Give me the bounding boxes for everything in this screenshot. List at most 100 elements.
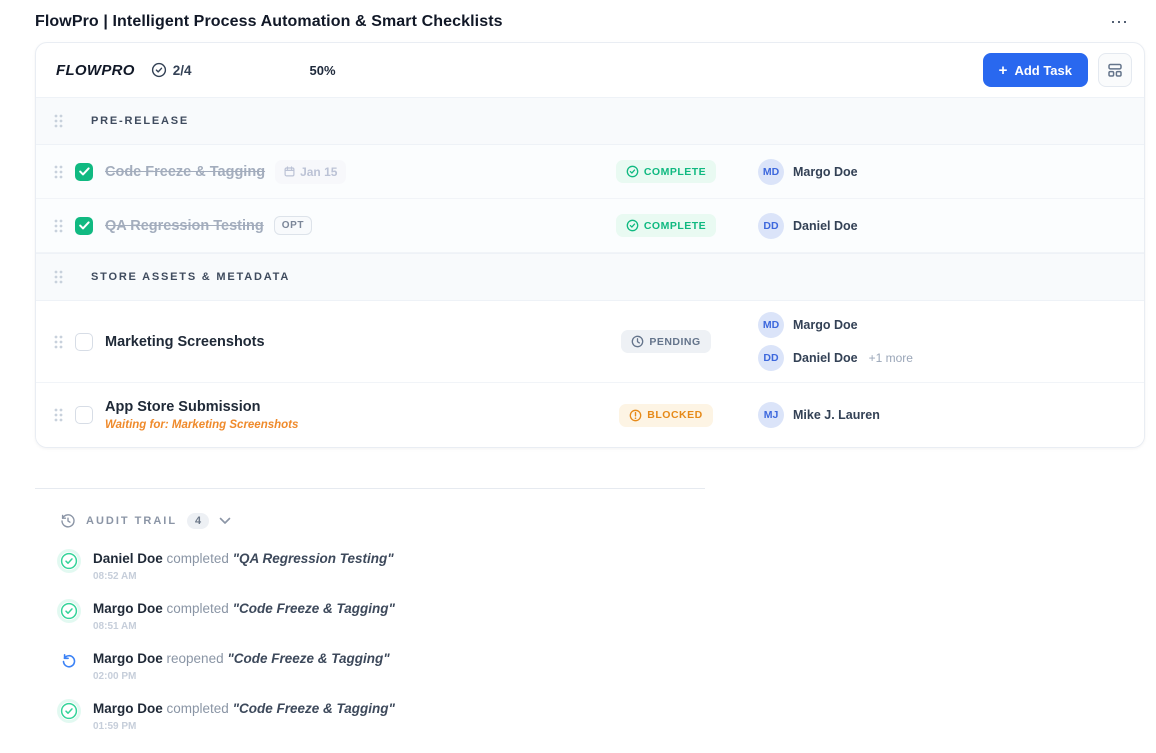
- avatar: DD: [758, 345, 784, 371]
- assignee-name: Daniel Doe: [793, 351, 858, 365]
- avatar: MD: [758, 159, 784, 185]
- audit-action: completed: [167, 701, 229, 716]
- drag-handle-icon[interactable]: [54, 219, 63, 233]
- status-column: COMPLETE: [596, 160, 736, 183]
- audit-actor: Margo Doe: [93, 651, 163, 666]
- due-date-label: Jan 15: [300, 165, 337, 179]
- history-icon: [60, 513, 76, 529]
- drag-handle-icon[interactable]: [54, 335, 63, 349]
- add-task-button[interactable]: + Add Task: [983, 53, 1088, 87]
- audit-timestamp: 02:00 PM: [93, 671, 390, 682]
- audit-entries-list: Daniel Doe completed "QA Regression Test…: [60, 551, 1156, 732]
- task-checkbox-unchecked[interactable]: [75, 406, 93, 424]
- section-divider: [35, 488, 705, 489]
- reopened-icon: [60, 652, 78, 670]
- task-checkbox-unchecked[interactable]: [75, 333, 93, 351]
- task-row: QA Regression Testing OPT COMPLETE DD Da…: [36, 199, 1144, 253]
- audit-timestamp: 08:51 AM: [93, 621, 395, 632]
- task-row: App Store Submission Waiting for: Market…: [36, 383, 1144, 447]
- status-column: PENDING: [596, 330, 736, 353]
- brand-logo: FLOWPRO: [56, 62, 135, 79]
- task-title: QA Regression Testing: [105, 218, 264, 234]
- checklist-header: FLOWPRO 2/4 50% + Add Task: [36, 43, 1144, 97]
- section-title: PRE-RELEASE: [91, 115, 189, 127]
- drag-handle-icon[interactable]: [54, 270, 63, 284]
- audit-entry-text: Margo Doe reopened "Code Freeze & Taggin…: [93, 651, 390, 666]
- audit-timestamp: 08:52 AM: [93, 571, 394, 582]
- task-title-stack: App Store Submission Waiting for: Market…: [105, 399, 298, 431]
- audit-entry-text: Margo Doe completed "Code Freeze & Taggi…: [93, 601, 395, 616]
- assignee-column: MJ Mike J. Lauren: [736, 402, 1128, 428]
- assignee-name: Daniel Doe: [793, 219, 858, 233]
- checklist-card: FLOWPRO 2/4 50% + Add Task PRE-RELEASE: [35, 42, 1145, 448]
- clock-icon: [631, 335, 644, 348]
- check-circle-icon: [151, 62, 167, 78]
- audit-trail-section: AUDIT TRAIL 4 Daniel Doe completed "QA R…: [60, 513, 1156, 732]
- assignee-column: MD Margo Doe DD Daniel Doe +1 more: [736, 312, 1128, 371]
- top-bar: FlowPro | Intelligent Process Automation…: [0, 0, 1156, 39]
- audit-entry: Margo Doe completed "Code Freeze & Taggi…: [60, 601, 1156, 632]
- drag-handle-icon[interactable]: [54, 114, 63, 128]
- status-column: BLOCKED: [596, 404, 736, 427]
- status-badge-blocked[interactable]: BLOCKED: [619, 404, 712, 427]
- audit-entry-body: Margo Doe completed "Code Freeze & Taggi…: [93, 701, 395, 732]
- audit-entry: Margo Doe completed "Code Freeze & Taggi…: [60, 701, 1156, 732]
- audit-trail-title: AUDIT TRAIL: [86, 515, 177, 527]
- task-checkbox-checked[interactable]: [75, 163, 93, 181]
- check-circle-icon: [626, 165, 639, 178]
- audit-entry-text: Margo Doe completed "Code Freeze & Taggi…: [93, 701, 395, 716]
- audit-count-badge: 4: [187, 513, 209, 529]
- avatar: MD: [758, 312, 784, 338]
- task-row: Marketing Screenshots PENDING MD Margo D…: [36, 301, 1144, 383]
- audit-entry-body: Margo Doe reopened "Code Freeze & Taggin…: [93, 651, 390, 682]
- completed-check-icon: [60, 702, 78, 720]
- status-label: COMPLETE: [644, 220, 706, 232]
- task-title-zone: Code Freeze & Tagging Jan 15: [105, 160, 596, 184]
- audit-entry-text: Daniel Doe completed "QA Regression Test…: [93, 551, 394, 566]
- drag-handle-icon[interactable]: [54, 165, 63, 179]
- section-header-store-assets: STORE ASSETS & METADATA: [36, 253, 1144, 301]
- task-title-zone: Marketing Screenshots: [105, 334, 596, 350]
- audit-actor: Daniel Doe: [93, 551, 163, 566]
- add-task-label: Add Task: [1014, 63, 1072, 78]
- status-column: COMPLETE: [596, 214, 736, 237]
- audit-entry: Daniel Doe completed "QA Regression Test…: [60, 551, 1156, 582]
- view-toggle-button[interactable]: [1098, 53, 1132, 87]
- task-title-zone: QA Regression Testing OPT: [105, 216, 596, 235]
- status-badge-complete[interactable]: COMPLETE: [616, 214, 716, 237]
- assignee-column: DD Daniel Doe: [736, 213, 1128, 239]
- due-date-badge: Jan 15: [275, 160, 346, 184]
- audit-task-name: "Code Freeze & Tagging": [233, 601, 395, 616]
- audit-task-name: "QA Regression Testing": [233, 551, 394, 566]
- audit-entry-body: Daniel Doe completed "QA Regression Test…: [93, 551, 394, 582]
- audit-action: completed: [167, 601, 229, 616]
- assignee: DD Daniel Doe: [758, 213, 1128, 239]
- assignee: MJ Mike J. Lauren: [758, 402, 1128, 428]
- drag-handle-icon[interactable]: [54, 408, 63, 422]
- audit-trail-header[interactable]: AUDIT TRAIL 4: [60, 513, 1156, 529]
- status-badge-complete[interactable]: COMPLETE: [616, 160, 716, 183]
- task-title: Marketing Screenshots: [105, 334, 265, 350]
- assignee-column: MD Margo Doe: [736, 159, 1128, 185]
- task-checkbox-checked[interactable]: [75, 217, 93, 235]
- completed-check-icon: [60, 552, 78, 570]
- more-assignees-label[interactable]: +1 more: [869, 351, 913, 365]
- avatar: MJ: [758, 402, 784, 428]
- chevron-down-icon[interactable]: [219, 517, 231, 525]
- status-label: BLOCKED: [647, 409, 702, 421]
- plus-icon: +: [999, 63, 1008, 78]
- progress-count-group: 2/4: [151, 62, 192, 78]
- ellipsis-menu-icon[interactable]: ⋯: [1104, 11, 1134, 33]
- checkmark-icon: [79, 221, 90, 230]
- status-badge-pending[interactable]: PENDING: [621, 330, 710, 353]
- blocked-dependency-note: Waiting for: Marketing Screenshots: [105, 419, 298, 431]
- audit-task-name: "Code Freeze & Tagging": [227, 651, 389, 666]
- section-header-pre-release: PRE-RELEASE: [36, 97, 1144, 145]
- audit-timestamp: 01:59 PM: [93, 721, 395, 732]
- audit-task-name: "Code Freeze & Tagging": [233, 701, 395, 716]
- assignee: MD Margo Doe: [758, 159, 1128, 185]
- audit-action: completed: [167, 551, 229, 566]
- task-title: App Store Submission: [105, 399, 298, 415]
- assignee: MD Margo Doe: [758, 312, 1128, 338]
- section-title: STORE ASSETS & METADATA: [91, 271, 290, 283]
